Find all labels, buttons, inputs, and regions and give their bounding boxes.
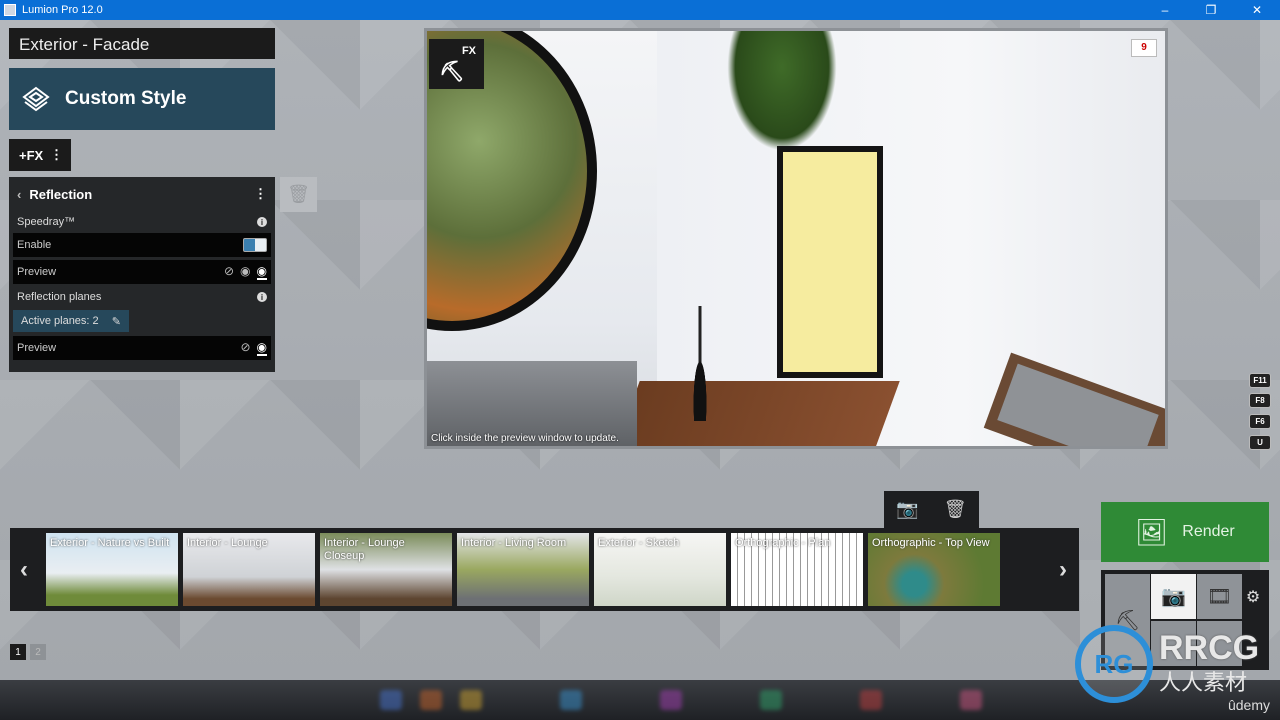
- preview-row-2: Preview ⊘ ◉: [13, 336, 271, 360]
- plant: [727, 31, 837, 151]
- thumbnail-item[interactable]: Interior - Living Room: [457, 533, 589, 606]
- thumbnail-item[interactable]: Interior - Lounge: [183, 533, 315, 606]
- render-button[interactable]: 🖼 Render: [1101, 502, 1269, 562]
- preview-row: Preview ⊘ ◉ ◉: [13, 260, 271, 284]
- close-button[interactable]: ✕: [1234, 0, 1280, 20]
- page-2[interactable]: 2: [30, 644, 46, 660]
- preview-hint: Click inside the preview window to updat…: [431, 433, 619, 444]
- minimize-button[interactable]: –: [1142, 0, 1188, 20]
- thumbnail-label: Exterior - Nature vs Built: [50, 537, 170, 549]
- pagination: 1 2: [10, 644, 46, 660]
- hotkey-f11[interactable]: F11: [1249, 373, 1271, 388]
- panel-title: Reflection: [29, 186, 93, 202]
- rrcg-watermark: RG RRCG 人人素材: [1075, 625, 1259, 703]
- preview-label: Preview: [17, 266, 57, 278]
- app-icon: [4, 4, 16, 16]
- more-icon[interactable]: ⋮: [50, 147, 63, 163]
- add-fx-label: +FX: [19, 147, 44, 163]
- eye-off-icon[interactable]: ⊘: [240, 340, 250, 356]
- worker-icon: ⛏: [439, 61, 465, 83]
- enable-label: Enable: [17, 239, 52, 251]
- hotkey-f6[interactable]: F6: [1249, 414, 1271, 429]
- reflection-panel: ‹ Reflection ⋮ Speedray™ i Enable Preview …: [9, 177, 275, 372]
- window-title: Lumion Pro 12.0: [22, 4, 103, 16]
- trash-icon[interactable]: 🗑: [944, 499, 967, 520]
- photo-strip: ‹ Exterior - Nature vs Built Interior - L…: [10, 528, 1079, 611]
- maximize-button[interactable]: ❐: [1188, 0, 1234, 20]
- photo-mode-button[interactable]: 📷: [1151, 574, 1196, 619]
- camera-icon: 📷: [1161, 586, 1186, 608]
- thumbnail-label: Exterior - Sketch: [598, 537, 680, 549]
- fx-badge-label: FX: [461, 45, 476, 57]
- preview-label: Preview: [17, 342, 57, 354]
- pencil-icon: ✎: [111, 315, 121, 328]
- info-icon[interactable]: i: [257, 217, 267, 227]
- floor: [614, 381, 900, 446]
- active-planes-label: Active planes: 2: [21, 315, 99, 327]
- thumbnail-label: Interior - Living Room: [461, 537, 567, 549]
- speedray-label: Speedray™: [17, 216, 76, 228]
- more-icon[interactable]: ⋮: [254, 186, 267, 202]
- page-1[interactable]: 1: [10, 644, 26, 660]
- thumbnail-item[interactable]: Orthographic - Plan: [731, 533, 863, 606]
- thumbnail-item[interactable]: Exterior - Sketch: [594, 533, 726, 606]
- title-bar: Lumion Pro 12.0 – ❐ ✕: [0, 0, 1280, 20]
- film-icon: 🎞: [1206, 586, 1233, 608]
- delete-effect-button[interactable]: 🗑: [280, 177, 317, 212]
- rrcg-logo: RG: [1075, 625, 1153, 703]
- eye-icon[interactable]: ◉: [240, 264, 250, 280]
- images-icon: 🖼: [1135, 516, 1169, 547]
- add-fx-button[interactable]: +FX ⋮: [9, 139, 71, 171]
- trash-icon: 🗑: [287, 184, 310, 204]
- camera-toolbar: 📷 🗑: [884, 491, 979, 528]
- gear-icon[interactable]: ⚙: [1241, 574, 1265, 619]
- camera-add-icon[interactable]: 📷: [896, 499, 918, 520]
- active-planes-button[interactable]: Active planes: 2 ✎: [13, 310, 129, 332]
- chevron-left-icon[interactable]: ‹: [20, 556, 28, 584]
- eye-off-icon[interactable]: ⊘: [224, 264, 234, 280]
- thumbnail-item[interactable]: Orthographic - Top View: [868, 533, 1000, 606]
- thumbnail-label: Interior - Lounge Closeup: [324, 537, 405, 562]
- reflection-planes-label: Reflection planes: [17, 291, 102, 303]
- enable-toggle[interactable]: [243, 238, 267, 252]
- render-label: Render: [1182, 523, 1235, 540]
- count-badge: 9: [1131, 39, 1157, 57]
- rrcg-text: RRCG: [1159, 629, 1260, 667]
- window-frame: [777, 146, 883, 378]
- thumbnail-item[interactable]: Interior - Lounge Closeup: [320, 533, 452, 606]
- chevron-right-icon[interactable]: ›: [1059, 556, 1067, 584]
- custom-style-button[interactable]: Custom Style: [9, 68, 275, 130]
- scene-name-field[interactable]: Exterior - Facade: [9, 28, 275, 59]
- preview-viewport[interactable]: FX ⛏ 9 Click inside the preview window to…: [424, 28, 1168, 449]
- info-icon[interactable]: i: [257, 292, 267, 302]
- thumbnail-item[interactable]: Exterior - Nature vs Built: [46, 533, 178, 606]
- hotkey-u[interactable]: U: [1249, 435, 1271, 450]
- thumbnail-label: Orthographic - Plan: [735, 537, 831, 549]
- hotkey-f8[interactable]: F8: [1249, 393, 1271, 408]
- rrcg-subtext: 人人素材: [1159, 670, 1248, 695]
- back-icon[interactable]: ‹: [17, 187, 21, 202]
- custom-style-label: Custom Style: [65, 88, 187, 109]
- thumbnail-label: Orthographic - Top View: [872, 537, 990, 549]
- fx-badge[interactable]: FX ⛏: [429, 39, 484, 89]
- eye-icon[interactable]: ◉: [256, 340, 267, 356]
- movie-mode-button[interactable]: 🎞: [1197, 574, 1242, 619]
- thumbnail-label: Interior - Lounge: [187, 537, 268, 549]
- style-layers-icon: [22, 86, 50, 112]
- guitar: [685, 306, 715, 421]
- eye-plus-icon[interactable]: ◉: [256, 264, 267, 280]
- enable-row: Enable: [13, 233, 271, 257]
